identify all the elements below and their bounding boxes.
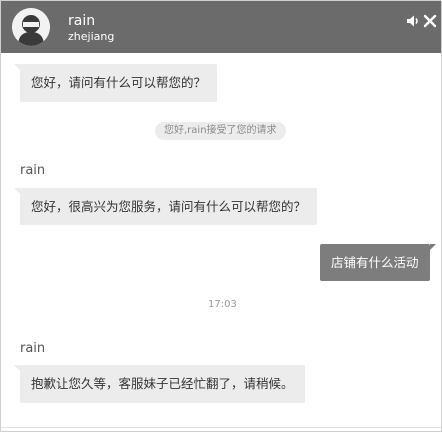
input-divider <box>1 427 441 428</box>
sender-name: rain <box>20 163 46 178</box>
system-notice: 您好,rain接受了您的请求 <box>155 122 286 140</box>
chat-window: rain zhejiang 您好，请问有什么可以帮您的？ 您好,rain接受了您… <box>0 0 442 432</box>
sender-name: rain <box>20 341 46 356</box>
agent-message: 您好，请问有什么可以帮您的？ <box>14 64 218 102</box>
agent-location: zhejiang <box>68 30 115 43</box>
message-timestamp: 17:03 <box>208 299 237 310</box>
message-text: 您好，请问有什么可以帮您的？ <box>31 75 207 90</box>
speaker-icon[interactable] <box>405 13 421 29</box>
user-message: 店铺有什么活动 <box>320 244 436 281</box>
agent-avatar <box>12 8 50 46</box>
chat-header: rain zhejiang <box>1 1 441 53</box>
agent-name: rain <box>68 13 96 29</box>
message-text: 您好，很高兴为您服务，请问有什么可以帮您的？ <box>31 199 307 214</box>
message-text: 店铺有什么活动 <box>331 255 419 270</box>
agent-message: 您好，很高兴为您服务，请问有什么可以帮您的？ <box>14 188 318 225</box>
agent-message: 抱歉让您久等，客服妹子已经忙翻了，请稍候。 <box>14 365 305 403</box>
message-text: 抱歉让您久等，客服妹子已经忙翻了，请稍候。 <box>31 376 294 391</box>
close-icon[interactable] <box>422 13 438 29</box>
